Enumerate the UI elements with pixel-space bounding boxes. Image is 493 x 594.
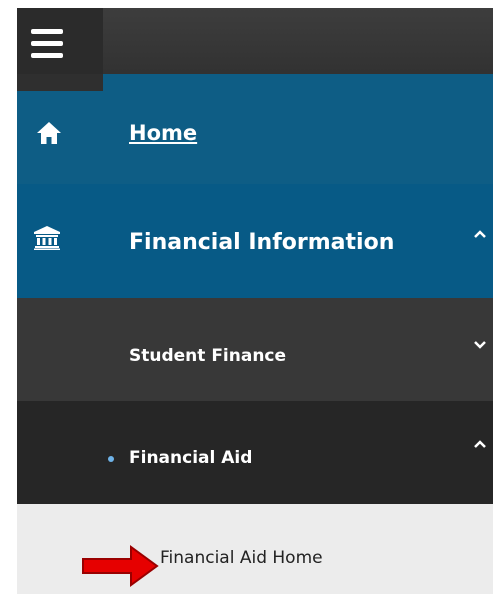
navigation-menu: Home Financial Information Student Finan… <box>17 8 493 594</box>
nav-label-student-finance: Student Finance <box>129 346 287 366</box>
nav-item-financial-aid[interactable]: Financial Aid <box>17 401 493 504</box>
hamburger-line <box>31 53 63 58</box>
bank-icon <box>34 226 60 250</box>
red-arrow-annotation-icon <box>82 545 159 587</box>
active-bullet-icon <box>108 456 114 462</box>
home-icon <box>37 122 61 144</box>
nav-link-financial-aid-home[interactable]: Financial Aid Home <box>160 548 323 568</box>
nav-item-home[interactable]: Home <box>17 74 493 184</box>
nav-item-financial-aid-home[interactable]: Financial Aid Home <box>17 504 493 594</box>
chevron-up-icon[interactable] <box>473 229 487 239</box>
chevron-down-icon[interactable] <box>473 340 487 350</box>
nav-label-financial-information: Financial Information <box>129 230 395 255</box>
nav-item-student-finance[interactable]: Student Finance <box>17 298 493 401</box>
hamburger-line <box>31 29 63 34</box>
menu-button-notch <box>17 74 103 91</box>
nav-link-home[interactable]: Home <box>129 121 197 145</box>
nav-item-financial-information[interactable]: Financial Information <box>17 184 493 298</box>
nav-label-financial-aid: Financial Aid <box>129 448 253 468</box>
chevron-up-icon[interactable] <box>473 439 487 449</box>
hamburger-line <box>31 41 63 46</box>
